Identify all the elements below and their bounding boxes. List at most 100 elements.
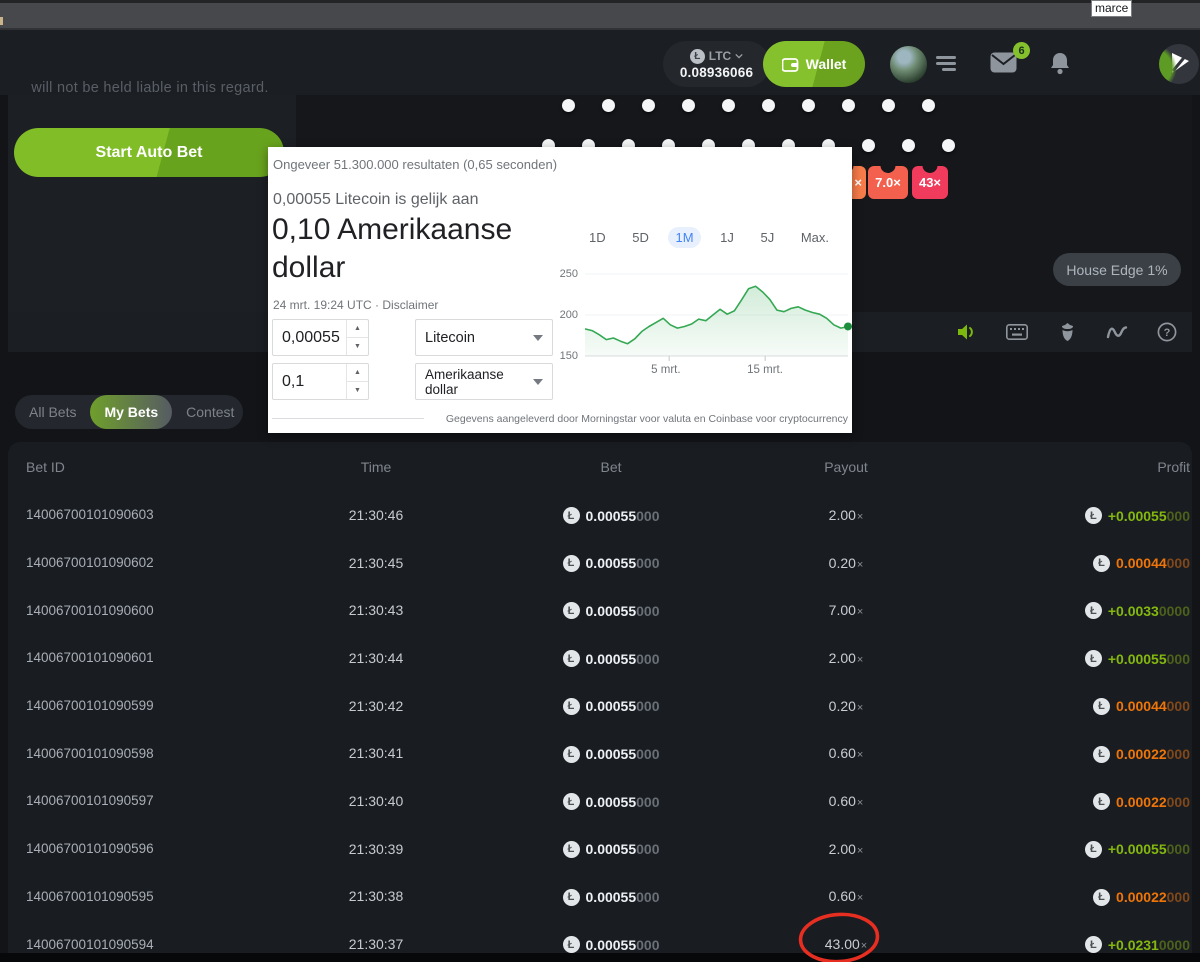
bet-amount: Ł0.00055000 bbox=[486, 506, 736, 525]
y-axis-label: 250 bbox=[548, 268, 578, 280]
bet-payout: 2.00× bbox=[736, 650, 956, 666]
bet-payout: 2.00× bbox=[736, 841, 956, 857]
house-edge-pill: House Edge 1% bbox=[1053, 253, 1181, 286]
ltc-coin-icon: Ł bbox=[563, 841, 580, 858]
bet-id-link[interactable]: 14006700101090595 bbox=[26, 889, 266, 904]
ltc-coin-icon: Ł bbox=[563, 698, 580, 715]
currency-widget-popup: Ongeveer 51.300.000 resultaten (0,65 sec… bbox=[268, 147, 852, 433]
ltc-coin-icon: Ł bbox=[563, 507, 580, 524]
bet-id-link[interactable]: 14006700101090603 bbox=[26, 507, 266, 522]
bet-profit: Ł+0.00055000 bbox=[956, 506, 1190, 525]
bets-tab-all-bets[interactable]: All Bets bbox=[15, 395, 90, 429]
username-overlay: marce bbox=[1091, 0, 1132, 17]
account-menu-icon[interactable] bbox=[936, 56, 956, 72]
ltc-coin-icon: Ł bbox=[563, 602, 580, 619]
peg-icon bbox=[602, 99, 615, 112]
ltc-coin-icon: Ł bbox=[690, 49, 705, 64]
messages-button[interactable]: 6 bbox=[990, 52, 1024, 80]
bet-id-link[interactable]: 14006700101090597 bbox=[26, 793, 266, 808]
bet-time: 21:30:43 bbox=[266, 602, 486, 618]
table-row: 1400670010109059721:30:40Ł0.000550000.60… bbox=[26, 777, 1190, 825]
bet-amount: Ł0.00055000 bbox=[486, 649, 736, 668]
bet-payout: 7.00× bbox=[736, 602, 956, 618]
bet-payout: 0.60× bbox=[736, 745, 956, 761]
peg-icon bbox=[902, 139, 915, 152]
col-bet: Bet bbox=[486, 459, 736, 475]
bet-id-link[interactable]: 14006700101090601 bbox=[26, 650, 266, 665]
peg-icon bbox=[722, 99, 735, 112]
bet-time: 21:30:44 bbox=[266, 650, 486, 666]
bets-tab-contest[interactable]: Contest bbox=[172, 395, 248, 429]
balance-selector[interactable]: Ł LTC 0.08936066 bbox=[663, 41, 770, 87]
user-avatar[interactable] bbox=[890, 46, 927, 83]
table-body: 1400670010109060321:30:46Ł0.000550002.00… bbox=[26, 491, 1190, 962]
messages-badge: 6 bbox=[1013, 42, 1030, 59]
bets-tabs: All BetsMy BetsContest bbox=[15, 395, 243, 429]
table-row: 1400670010109059821:30:41Ł0.000550000.60… bbox=[26, 729, 1190, 777]
bet-time: 21:30:42 bbox=[266, 698, 486, 714]
ltc-coin-icon: Ł bbox=[563, 555, 580, 572]
col-bet-id: Bet ID bbox=[26, 459, 266, 475]
bet-amount: Ł0.00055000 bbox=[486, 696, 736, 715]
bet-time: 21:30:40 bbox=[266, 793, 486, 809]
bet-id-link[interactable]: 14006700101090600 bbox=[26, 603, 266, 618]
peg-icon bbox=[922, 99, 935, 112]
ltc-coin-icon: Ł bbox=[563, 746, 580, 763]
hotkeys-icon[interactable] bbox=[1006, 321, 1028, 343]
bet-time: 21:30:45 bbox=[266, 555, 486, 571]
bet-time: 21:30:38 bbox=[266, 888, 486, 904]
bet-payout: 0.20× bbox=[736, 555, 956, 571]
fairness-seed-icon[interactable] bbox=[1056, 321, 1078, 343]
bet-payout: 0.60× bbox=[736, 888, 956, 904]
bet-id-link[interactable]: 14006700101090594 bbox=[26, 937, 266, 952]
multiplier-badge[interactable]: 7.0× bbox=[868, 166, 908, 199]
peg-icon bbox=[642, 99, 655, 112]
bet-amount: Ł0.00055000 bbox=[486, 839, 736, 858]
ltc-coin-icon: Ł bbox=[563, 650, 580, 667]
bet-profit: Ł0.00044000 bbox=[956, 696, 1190, 715]
chevron-down-icon bbox=[735, 52, 743, 60]
bet-amount: Ł0.00055000 bbox=[486, 935, 736, 954]
start-auto-bet-button[interactable]: Start Auto Bet bbox=[14, 128, 284, 177]
peg-icon bbox=[802, 99, 815, 112]
live-stats-icon[interactable] bbox=[1106, 321, 1128, 343]
bets-table: Bet ID Time Bet Payout Profit 1400670010… bbox=[8, 442, 1192, 962]
bets-tab-my-bets[interactable]: My Bets bbox=[90, 395, 172, 429]
bottom-strip bbox=[0, 953, 1200, 962]
bet-id-link[interactable]: 14006700101090602 bbox=[26, 555, 266, 570]
bet-id-link[interactable]: 14006700101090598 bbox=[26, 746, 266, 761]
bet-amount: Ł0.00055000 bbox=[486, 887, 736, 906]
peg-icon bbox=[842, 99, 855, 112]
mail-icon bbox=[990, 52, 1017, 73]
svg-text:?: ? bbox=[1164, 327, 1171, 339]
wallet-button[interactable]: Wallet bbox=[763, 41, 865, 87]
table-row: 1400670010109059921:30:42Ł0.000550000.20… bbox=[26, 682, 1190, 730]
bet-id-link[interactable]: 14006700101090596 bbox=[26, 841, 266, 856]
browser-strip bbox=[0, 3, 1200, 30]
flag-circle-button[interactable] bbox=[1159, 44, 1199, 84]
ltc-coin-icon: Ł bbox=[1093, 698, 1110, 715]
bet-payout: 2.00× bbox=[736, 507, 956, 523]
table-row: 1400670010109060221:30:45Ł0.000550000.20… bbox=[26, 539, 1190, 587]
peg-icon bbox=[882, 99, 895, 112]
notifications-button[interactable] bbox=[1050, 52, 1070, 76]
peg-icon bbox=[562, 99, 575, 112]
table-row: 1400670010109060121:30:44Ł0.000550002.00… bbox=[26, 634, 1190, 682]
bet-id-link[interactable]: 14006700101090599 bbox=[26, 698, 266, 713]
ltc-coin-icon: Ł bbox=[1093, 746, 1110, 763]
table-row: 1400670010109059521:30:38Ł0.000550000.60… bbox=[26, 873, 1190, 921]
help-icon[interactable]: ? bbox=[1156, 321, 1178, 343]
x-axis-label: 15 mrt. bbox=[747, 364, 783, 376]
widget-divider bbox=[272, 418, 424, 419]
bet-profit: Ł+0.00055000 bbox=[956, 649, 1190, 668]
ltc-coin-icon: Ł bbox=[1093, 555, 1110, 572]
green-glow bbox=[1159, 44, 1177, 84]
y-axis-label: 200 bbox=[548, 309, 578, 321]
x-axis-label: 5 mrt. bbox=[651, 364, 680, 376]
bet-profit: Ł0.00022000 bbox=[956, 792, 1190, 811]
multiplier-badge[interactable]: 43× bbox=[912, 166, 948, 199]
volume-icon[interactable] bbox=[956, 321, 978, 343]
balance-currency: LTC bbox=[709, 49, 731, 63]
left-edge-tick bbox=[0, 17, 3, 25]
bet-profit: Ł0.00022000 bbox=[956, 887, 1190, 906]
